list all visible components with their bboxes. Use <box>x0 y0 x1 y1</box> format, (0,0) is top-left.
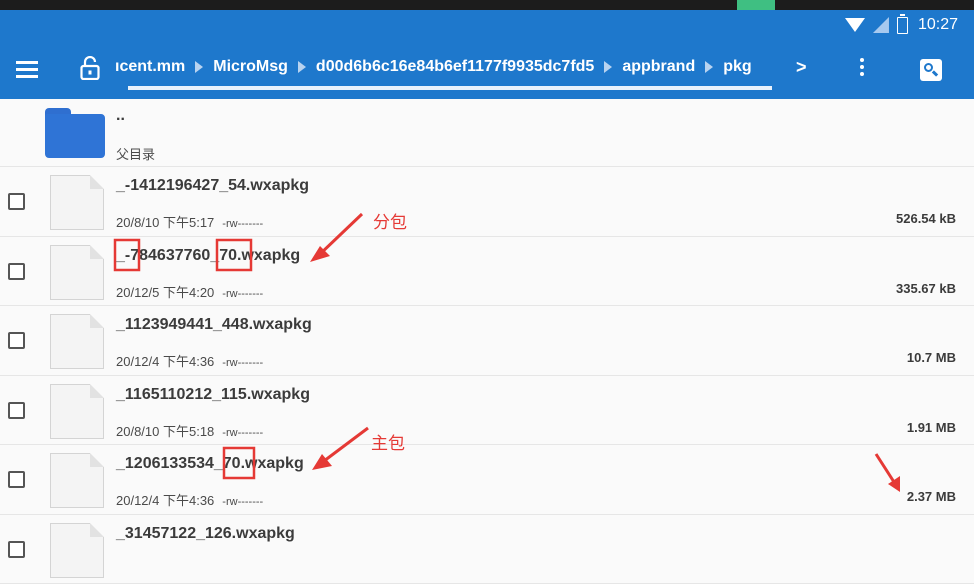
list-item[interactable]: _1206133534_70.wxapkg 20/12/4 下午4:36 -rw-… <box>0 445 974 515</box>
file-permissions: -rw------- <box>222 218 263 230</box>
select-checkbox[interactable] <box>8 332 25 349</box>
breadcrumb-item-current[interactable]: pkg <box>723 58 751 76</box>
top-strip <box>0 0 974 10</box>
file-name: _-784637760_70.wxapkg <box>116 247 300 265</box>
file-meta: 20/8/10 下午5:17 -rw------- <box>116 212 263 231</box>
file-permissions: -rw------- <box>222 288 263 300</box>
no-sim-icon <box>873 17 889 33</box>
breadcrumb-item[interactable]: ıcent.mm <box>115 58 185 76</box>
file-name: _1206133534_70.wxapkg <box>116 455 304 473</box>
file-icon <box>50 245 104 300</box>
status-bar: 10:27 <box>0 10 974 43</box>
breadcrumb-separator-icon <box>298 61 306 73</box>
file-size: 526.54 kB <box>896 211 956 226</box>
breadcrumb-separator-icon <box>195 61 203 73</box>
list-item[interactable]: _-784637760_70.wxapkg 20/12/5 下午4:20 -rw-… <box>0 237 974 307</box>
file-name: _1165110212_115.wxapkg <box>116 386 310 404</box>
annotation-sub-package: 分包 <box>373 208 407 233</box>
file-size: 2.37 MB <box>907 489 956 504</box>
file-date: 20/12/4 下午4:36 <box>116 493 214 508</box>
parent-dir-name: .. <box>116 107 125 125</box>
breadcrumb-separator-icon <box>705 61 713 73</box>
toolbar: ıcent.mm MicroMsg d00d6b6c16e84b6ef1177f… <box>0 43 974 99</box>
breadcrumb-item[interactable]: d00d6b6c16e84b6ef1177f9935dc7fd5 <box>316 58 594 76</box>
list-item[interactable]: _1165110212_115.wxapkg 20/8/10 下午5:18 -rw… <box>0 376 974 446</box>
file-date: 20/8/10 下午5:17 <box>116 215 214 230</box>
breadcrumb-scrollbar-thumb[interactable] <box>128 86 772 90</box>
file-permissions: -rw------- <box>222 427 263 439</box>
annotation-main-package: 主包 <box>371 429 405 454</box>
lock-open-icon[interactable] <box>80 56 100 80</box>
wifi-icon <box>845 18 865 32</box>
file-list: .. 父目录 _-1412196427_54.wxapkg 20/8/10 下午… <box>0 99 974 584</box>
select-checkbox[interactable] <box>8 193 25 210</box>
folder-icon <box>45 108 105 158</box>
list-item[interactable]: _-1412196427_54.wxapkg 20/8/10 下午5:17 -rw… <box>0 167 974 237</box>
top-strip-indicator <box>737 0 775 10</box>
status-time: 10:27 <box>918 16 958 34</box>
search-icon[interactable] <box>920 59 942 81</box>
select-checkbox[interactable] <box>8 471 25 488</box>
more-vert-icon[interactable] <box>860 58 866 79</box>
file-date: 20/8/10 下午5:18 <box>116 424 214 439</box>
file-name: _31457122_126.wxapkg <box>116 525 295 543</box>
file-permissions: -rw------- <box>222 357 263 369</box>
file-size: 335.67 kB <box>896 281 956 296</box>
file-size: 10.7 MB <box>907 350 956 365</box>
list-item[interactable]: _31457122_126.wxapkg <box>0 515 974 584</box>
file-icon <box>50 453 104 508</box>
file-permissions: -rw------- <box>222 496 263 508</box>
select-checkbox[interactable] <box>8 263 25 280</box>
file-date: 20/12/4 下午4:36 <box>116 354 214 369</box>
menu-icon[interactable] <box>16 61 38 81</box>
file-size: 1.91 MB <box>907 420 956 435</box>
parent-dir-label: 父目录 <box>116 144 155 163</box>
file-date: 20/12/5 下午4:20 <box>116 285 214 300</box>
battery-charging-icon <box>897 17 908 34</box>
select-checkbox[interactable] <box>8 402 25 419</box>
file-meta: 20/12/4 下午4:36 -rw------- <box>116 351 263 370</box>
file-meta: 20/12/4 下午4:36 -rw------- <box>116 490 263 509</box>
file-icon <box>50 384 104 439</box>
chevron-right-icon[interactable]: > <box>796 57 807 78</box>
file-icon <box>50 523 104 578</box>
file-icon <box>50 314 104 369</box>
list-item[interactable]: _1123949441_448.wxapkg 20/12/4 下午4:36 -rw… <box>0 306 974 376</box>
file-icon <box>50 175 104 230</box>
parent-directory-row[interactable]: .. 父目录 <box>0 99 974 167</box>
status-icons: 10:27 <box>845 16 958 34</box>
file-name: _1123949441_448.wxapkg <box>116 316 312 334</box>
file-meta: 20/12/5 下午4:20 -rw------- <box>116 282 263 301</box>
file-name: _-1412196427_54.wxapkg <box>116 177 309 195</box>
breadcrumb: ıcent.mm MicroMsg d00d6b6c16e84b6ef1177f… <box>115 58 752 76</box>
breadcrumb-item[interactable]: appbrand <box>622 58 695 76</box>
breadcrumb-scrollbar[interactable] <box>128 86 772 90</box>
file-meta: 20/8/10 下午5:18 -rw------- <box>116 421 263 440</box>
select-checkbox[interactable] <box>8 541 25 558</box>
breadcrumb-separator-icon <box>604 61 612 73</box>
breadcrumb-item[interactable]: MicroMsg <box>213 58 288 76</box>
